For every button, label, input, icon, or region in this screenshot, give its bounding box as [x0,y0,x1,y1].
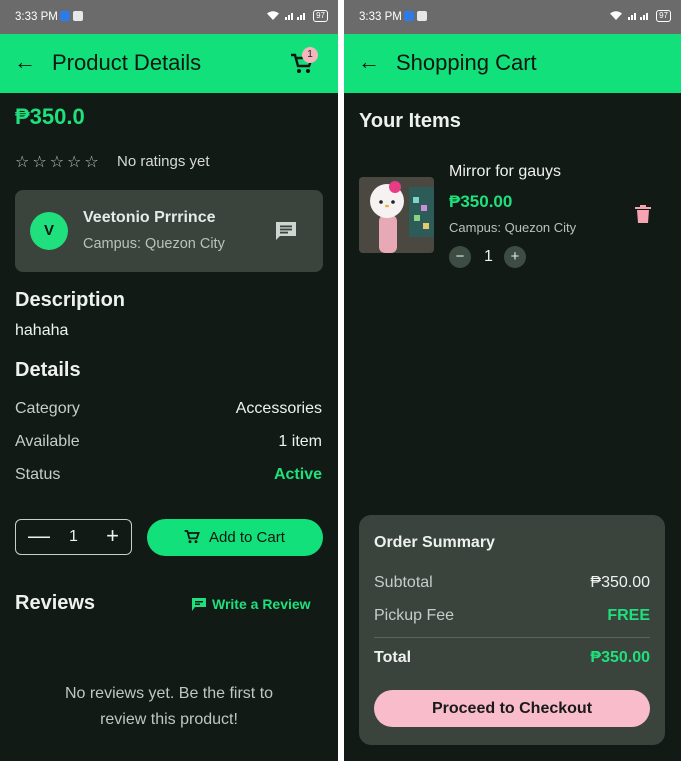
battery-icon: 97 [656,10,671,22]
status-bar: 3:33 PM 97 [344,0,681,34]
status-right: 97 [267,10,328,22]
status-right: 97 [610,10,671,22]
subtotal-value: ₱350.00 [590,574,650,591]
star-icon: ☆ [67,154,82,171]
pickup-fee-label: Pickup Fee [374,607,455,624]
increase-button[interactable]: + [504,246,526,268]
add-to-cart-button[interactable]: Add to Cart [147,519,323,556]
star-icon: ☆ [32,154,47,171]
star-icon: ☆ [84,154,99,171]
item-thumbnail [359,177,434,253]
increase-button[interactable]: + [106,524,119,548]
back-arrow-icon[interactable]: ← [14,50,36,74]
description-heading: Description [15,289,126,311]
order-summary-title: Order Summary [374,534,495,551]
app-bar: ← Product Details 1 [0,34,338,93]
decrease-button[interactable]: − [449,246,471,268]
empty-reviews-text: No reviews yet. Be the first to review t… [64,685,274,728]
summary-divider [374,637,650,638]
cart-badge: 1 [302,47,318,63]
status-value: Active [273,466,322,483]
back-arrow-icon[interactable]: ← [358,50,380,74]
app-bar: ← Shopping Cart [344,34,681,93]
details-heading: Details [15,359,81,381]
add-to-cart-label: Add to Cart [209,529,285,546]
status-time: 3:33 PM [359,11,402,23]
signal-icon [285,11,307,22]
reviews-heading: Reviews [15,592,96,614]
product-details-screen: 3:33 PM 97 ← Product Details 1 ₱350.0 ☆ … [0,0,338,761]
rating-stars: ☆ ☆ ☆ ☆ ☆ [15,152,99,172]
order-summary: Order Summary Subtotal ₱350.00 Pickup Fe… [359,515,665,745]
your-items-heading: Your Items [359,110,461,132]
item-price: ₱350.00 [449,192,513,211]
total-label: Total [374,649,412,666]
detail-value: 1 item [278,433,322,450]
pickup-fee-value: FREE [607,607,650,624]
signal-icon [628,11,650,22]
star-icon: ☆ [49,154,65,171]
detail-value: Accessories [235,400,322,417]
status-bar: 3:33 PM 97 [0,0,338,34]
cart-icon [184,530,200,544]
description-text: hahaha [15,322,69,339]
notification-icons [404,11,427,21]
subtotal-label: Subtotal [374,574,433,591]
item-name: Mirror for gauys [449,163,562,180]
detail-label: Available [15,433,80,450]
star-icon: ☆ [15,154,30,171]
seller-card[interactable]: V Veetonio Prrrince Campus: Quezon City [15,190,323,272]
detail-label: Category [15,400,80,417]
item-quantity: 1 [484,248,493,265]
item-campus: Campus: Quezon City [449,220,577,235]
seller-avatar: V [30,212,68,250]
page-title: Product Details [52,50,202,75]
seller-name: Veetonio Prrrince [83,209,216,226]
total-value: ₱350.00 [590,649,650,666]
rating-text: No ratings yet [117,153,210,170]
detail-label: Status [15,466,61,483]
checkout-button[interactable]: Proceed to Checkout [374,690,650,727]
battery-icon: 97 [313,10,328,22]
wifi-icon [267,10,280,22]
page-title: Shopping Cart [396,50,537,75]
status-time: 3:33 PM [15,11,58,23]
seller-campus: Campus: Quezon City [83,236,225,252]
review-icon [192,597,206,611]
trash-icon[interactable] [635,205,651,223]
write-review-button[interactable]: Write a Review [192,596,311,612]
notification-icons [60,11,83,21]
wifi-icon [610,10,623,22]
quantity-stepper: — 1 + [15,519,132,555]
shopping-cart-screen: 3:33 PM 97 ← Shopping Cart Your Items Mi… [344,0,681,761]
chat-icon[interactable] [275,221,297,241]
write-review-label: Write a Review [212,596,311,612]
product-price: ₱350.0 [15,104,85,129]
